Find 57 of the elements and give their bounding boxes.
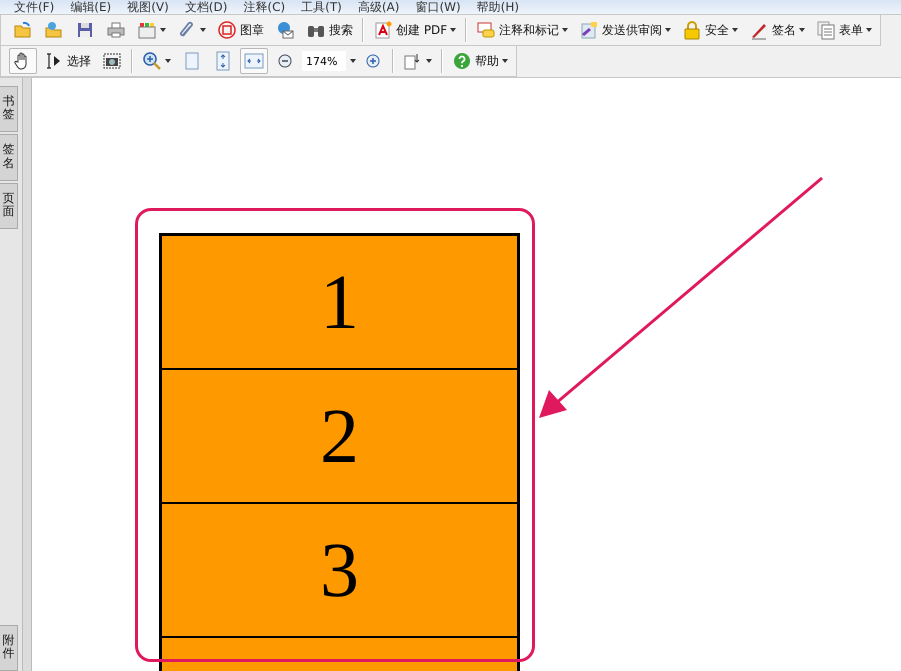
camera-icon — [102, 51, 122, 71]
save-icon — [75, 20, 95, 40]
table-cell: 2 — [162, 370, 517, 504]
create-pdf-button[interactable]: 创建 PDF — [369, 17, 460, 43]
comment-button[interactable]: 注释和标记 — [472, 17, 572, 43]
caret-icon — [866, 28, 872, 32]
caret-icon — [502, 59, 508, 63]
caret-icon — [200, 28, 206, 32]
lock-icon — [682, 20, 702, 40]
caret-icon — [562, 28, 568, 32]
menu-item[interactable]: 窗口(W) — [407, 0, 469, 14]
comment-icon — [476, 20, 496, 40]
caret-icon — [165, 59, 171, 63]
open-folder-icon — [13, 20, 33, 40]
caret-icon — [732, 28, 738, 32]
pen-button[interactable]: 签名 — [745, 17, 810, 43]
menu-item[interactable]: 工具(T) — [293, 0, 350, 14]
fit-width-button[interactable] — [240, 48, 268, 74]
select-tool-button[interactable]: 选择 — [40, 48, 95, 74]
forms-button[interactable]: 表单 — [812, 17, 876, 43]
table-cell: 1 — [162, 236, 517, 370]
menu-item[interactable]: 视图(V) — [119, 0, 177, 14]
lock-button[interactable]: 安全 — [678, 17, 742, 43]
menu-item[interactable]: 帮助(H) — [468, 0, 528, 14]
web-folder-icon — [44, 20, 64, 40]
side-tab[interactable]: 签名 — [0, 134, 18, 181]
caret-icon — [426, 59, 432, 63]
send-review-button[interactable]: 发送供审阅 — [575, 17, 676, 43]
zoom-field[interactable]: 174% — [302, 51, 346, 71]
caret-icon — [350, 59, 356, 63]
hand-tool-button[interactable] — [9, 48, 37, 74]
menu-item[interactable]: 文件(F) — [6, 0, 62, 14]
forms-icon — [816, 20, 836, 40]
print-icon — [106, 20, 126, 40]
caret-icon — [160, 28, 166, 32]
magnifier-icon — [142, 51, 162, 71]
menu-item[interactable]: 高级(A) — [350, 0, 408, 14]
table-cell: 3 — [162, 504, 517, 638]
side-tab[interactable]: 页面 — [0, 182, 18, 230]
side-tab[interactable]: 书签 — [0, 86, 18, 132]
caret-icon — [665, 28, 672, 32]
help-button[interactable]: 帮助 — [448, 48, 512, 74]
side-tab[interactable]: 附件 — [0, 624, 18, 671]
caret-icon — [799, 28, 806, 32]
menu-item[interactable]: 编辑(E) — [62, 0, 120, 14]
organizer-icon — [137, 20, 157, 40]
pdf-icon — [373, 20, 393, 40]
email-icon — [275, 20, 295, 40]
caret-icon — [450, 28, 456, 32]
menu-item[interactable]: 文档(D) — [176, 0, 236, 14]
fit-width-icon — [244, 51, 264, 71]
menu-item[interactable]: 注释(C) — [235, 0, 294, 14]
search-button[interactable]: 搜索 — [302, 17, 357, 43]
review-icon — [579, 20, 600, 40]
stamp-button[interactable]: 图章 — [213, 17, 268, 43]
stamp-icon — [217, 20, 237, 40]
help-icon — [452, 51, 472, 71]
